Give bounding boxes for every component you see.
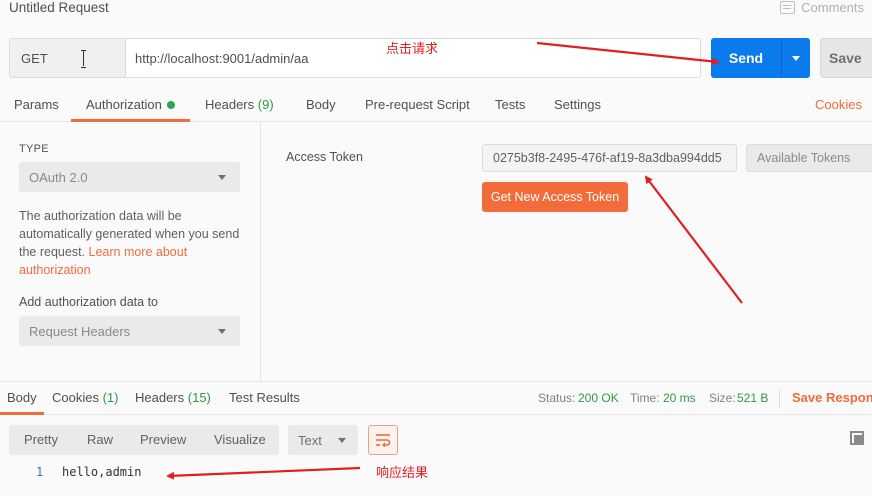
resp-tab-cookies-count: (1) [102, 390, 119, 405]
resp-tab-headers-label: Headers [135, 390, 185, 405]
copy-icon[interactable] [850, 431, 864, 445]
send-options-button[interactable] [782, 38, 810, 78]
view-preview-button[interactable]: Preview [140, 425, 186, 455]
tab-params[interactable]: Params [14, 88, 59, 122]
format-value: Text [298, 432, 322, 448]
send-label: Send [728, 50, 764, 66]
view-visualize-button[interactable]: Visualize [214, 425, 266, 455]
tab-headers[interactable]: Headers (9) [205, 88, 274, 122]
tab-tests[interactable]: Tests [495, 88, 525, 122]
annotation-click-request: 点击请求 [386, 41, 439, 56]
method-select[interactable]: GET [10, 39, 126, 77]
get-new-token-button[interactable]: Get New Access Token [482, 182, 628, 212]
access-token-label: Access Token [286, 150, 363, 164]
add-auth-select[interactable]: Request Headers [19, 316, 240, 346]
wrap-lines-icon [376, 434, 391, 447]
wrap-lines-button[interactable] [368, 425, 398, 455]
text-cursor-icon [81, 50, 86, 68]
tab-body[interactable]: Body [306, 88, 336, 122]
response-tabs: Body Cookies (1) Headers (15) Test Resul… [0, 381, 872, 415]
resp-tab-cookies[interactable]: Cookies (1) [52, 382, 118, 415]
tab-headers-label: Headers [205, 97, 255, 112]
cookies-link[interactable]: Cookies [815, 88, 862, 122]
resp-tab-body[interactable]: Body [0, 382, 44, 415]
resp-tab-test-results[interactable]: Test Results [229, 382, 300, 415]
request-title[interactable]: Untitled Request [9, 0, 109, 15]
annotation-response-result: 响应结果 [376, 465, 429, 480]
method-label: GET [21, 50, 48, 66]
save-button[interactable]: Save [820, 38, 872, 78]
time-value: 20 ms [663, 391, 696, 405]
status-label: Status: [538, 391, 576, 405]
view-pretty-button[interactable]: Pretty [24, 425, 58, 455]
save-response-button[interactable]: Save Response [792, 382, 872, 415]
access-token-input[interactable]: 0275b3f8-2495-476f-af19-8a3dba994dd5 [482, 144, 737, 172]
tab-settings[interactable]: Settings [554, 88, 601, 122]
size-label: Size: [709, 391, 736, 405]
arrow-to-response [166, 466, 361, 480]
request-tabs: Params Authorization Headers (9) Body Pr… [0, 88, 872, 122]
auth-type-value: OAuth 2.0 [29, 169, 88, 185]
format-select[interactable]: Text [288, 425, 358, 455]
type-label: TYPE [19, 143, 49, 155]
available-tokens-select[interactable]: Available Tokens [746, 144, 872, 172]
auth-type-panel: TYPE OAuth 2.0 The authorization data wi… [0, 122, 261, 381]
chevron-down-icon [218, 175, 226, 180]
tab-prerequest[interactable]: Pre-request Script [365, 88, 470, 122]
comments-button[interactable]: Comments [780, 0, 864, 15]
tab-authorization-label: Authorization [86, 97, 162, 112]
comment-icon [780, 1, 796, 14]
title-bar: Untitled Request Comments [0, 0, 872, 28]
resp-tab-headers[interactable]: Headers (15) [135, 382, 211, 415]
view-raw-button[interactable]: Raw [87, 425, 113, 455]
comments-label: Comments [801, 0, 864, 15]
divider [779, 390, 780, 408]
add-auth-label: Add authorization data to [19, 295, 158, 309]
tab-authorization[interactable]: Authorization [71, 88, 190, 122]
resp-tab-headers-count: (15) [187, 390, 211, 405]
line-number: 1 [36, 465, 44, 479]
response-text: hello,admin [62, 465, 142, 479]
auth-description: The authorization data will be automatic… [19, 207, 241, 279]
chevron-down-icon [338, 438, 346, 443]
auth-details-panel: Access Token 0275b3f8-2495-476f-af19-8a3… [261, 122, 872, 381]
status-value: 200 OK [578, 391, 619, 405]
add-auth-value: Request Headers [29, 323, 131, 339]
chevron-down-icon [218, 329, 226, 334]
chevron-down-icon [792, 55, 800, 61]
view-mode-group: Pretty Raw Preview Visualize [9, 425, 279, 455]
tab-headers-count: (9) [257, 97, 274, 112]
size-value: 521 B [737, 391, 769, 405]
url-bar: GET [9, 38, 701, 78]
auth-type-select[interactable]: OAuth 2.0 [19, 162, 240, 192]
send-button[interactable]: Send [711, 38, 810, 78]
time-label: Time: [630, 391, 660, 405]
active-dot-icon [166, 100, 175, 109]
postman-window: Untitled Request Comments GET Send Save … [0, 0, 872, 496]
resp-tab-cookies-label: Cookies [52, 390, 99, 405]
